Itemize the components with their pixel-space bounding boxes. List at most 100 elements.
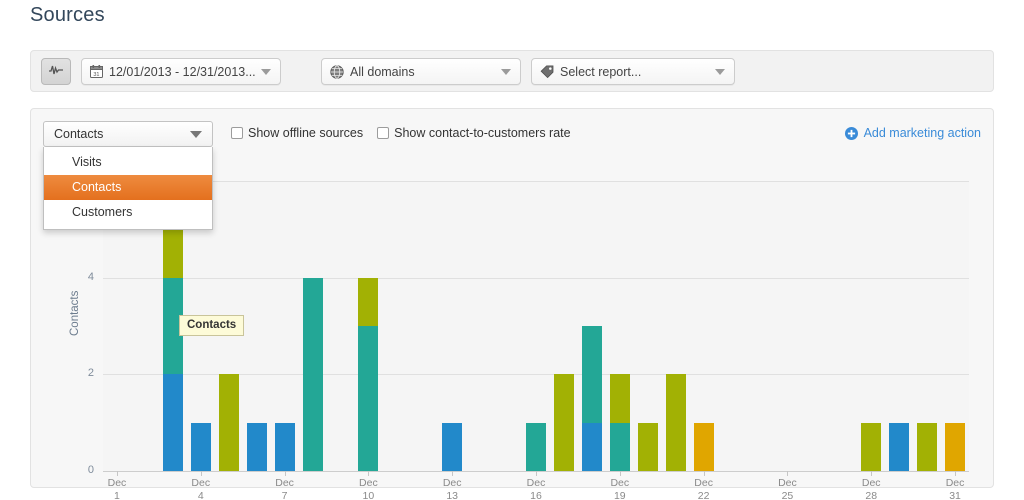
bar-dec-28[interactable] — [861, 422, 882, 471]
y-axis-tick-label: 0 — [87, 464, 94, 476]
bar-dec-18[interactable] — [581, 326, 602, 471]
metric-option-customers[interactable]: Customers — [44, 200, 212, 225]
x-axis-tick-label: Dec 1 — [87, 477, 147, 500]
show-offline-sources-checkbox[interactable]: Show offline sources — [231, 126, 363, 140]
activity-sparkline-icon — [48, 63, 64, 81]
bar-segment-teal — [358, 326, 379, 471]
x-axis-tick-label: Dec 25 — [757, 477, 817, 500]
bar-segment-olive — [917, 422, 938, 471]
metric-dropdown-menu[interactable]: Visits Contacts Customers — [43, 147, 213, 230]
x-axis-tick-month: Dec — [107, 477, 127, 489]
x-axis-tick — [116, 471, 118, 476]
x-axis-tick-month: Dec — [275, 477, 294, 489]
x-axis-tick-month: Dec — [191, 477, 211, 489]
bar-segment-olive — [665, 374, 686, 471]
metric-option-visits[interactable]: Visits — [44, 150, 212, 175]
bar-segment-blue — [246, 422, 267, 471]
x-axis-tick — [871, 471, 873, 476]
bar-dec-5[interactable] — [218, 374, 239, 471]
y-axis-tick-label: 2 — [87, 367, 94, 380]
bar-segment-olive — [218, 374, 239, 471]
show-contact-to-customers-rate-checkbox[interactable]: Show contact-to-customers rate — [377, 126, 571, 140]
x-axis-tick — [955, 471, 957, 476]
bar-dec-4[interactable] — [190, 422, 211, 471]
y-axis-label: Contacts — [69, 290, 81, 336]
bar-dec-22[interactable] — [693, 422, 714, 471]
calendar-icon: 31 — [90, 65, 103, 78]
bar-dec-8[interactable] — [302, 277, 323, 471]
add-marketing-action-button[interactable]: Add marketing action — [844, 126, 981, 140]
x-axis-tick — [284, 471, 286, 476]
plus-circle-icon — [844, 126, 858, 140]
x-axis-tick-day: 28 — [865, 490, 878, 500]
x-axis-tick-label: Dec 19 — [590, 477, 650, 500]
bar-dec-29[interactable] — [889, 422, 910, 471]
metric-option-contacts[interactable]: Contacts — [44, 175, 212, 200]
bar-segment-olive — [609, 374, 630, 423]
x-axis-tick-label: Dec 28 — [841, 477, 901, 500]
metric-select[interactable]: Contacts — [43, 121, 213, 147]
bar-dec-10[interactable] — [358, 277, 379, 471]
domain-selector[interactable]: All domains — [321, 58, 521, 85]
x-axis-tick-day: 10 — [362, 490, 375, 500]
bar-segment-blue — [274, 422, 295, 471]
x-axis-tick-day: 4 — [197, 490, 204, 500]
x-axis-tick-day: 22 — [697, 490, 710, 500]
bar-segment-blue — [162, 374, 183, 471]
x-axis-tick-label: Dec 10 — [338, 477, 398, 500]
x-axis-tick-day: 7 — [281, 490, 288, 500]
bar-segment-blue — [190, 422, 211, 471]
x-axis-tick-label: Dec 16 — [506, 477, 566, 500]
bar-segment-teal — [609, 422, 630, 471]
bar-dec-6[interactable] — [246, 422, 267, 471]
sources-page: Sources 31 12/01/2013 - 12/31/2013... Al… — [0, 0, 1024, 500]
x-axis-tick — [200, 471, 202, 476]
x-axis-tick — [536, 471, 537, 476]
metric-select-value: Contacts — [54, 127, 104, 141]
bar-dec-7[interactable] — [274, 422, 295, 471]
bar-segment-olive — [637, 422, 658, 471]
x-axis-tick-day: 13 — [446, 490, 459, 500]
x-axis-tick-month: Dec — [694, 477, 713, 489]
chevron-down-icon — [715, 68, 725, 75]
date-range-value: 12/01/2013 - 12/31/2013... — [109, 64, 255, 79]
x-axis-tick-day: 25 — [781, 490, 794, 500]
bar-segment-teal — [581, 326, 602, 423]
x-axis-tick-label: Dec 22 — [674, 477, 734, 500]
bar-dec-13[interactable] — [442, 422, 463, 471]
bar-dec-16[interactable] — [526, 422, 546, 471]
bar-segment-olive — [358, 277, 379, 327]
metric-tooltip: Contacts — [179, 315, 245, 336]
y-axis-tick-label: 4 — [87, 270, 94, 283]
bar-segment-blue — [581, 422, 602, 471]
x-axis-tick — [703, 471, 705, 476]
x-axis-tick-day: 1 — [114, 490, 120, 500]
gridline — [103, 277, 969, 279]
bar-segment-olive — [553, 374, 574, 471]
checkbox-label: Show offline sources — [248, 126, 364, 140]
domain-value: All domains — [350, 64, 415, 79]
chart-type-toggle-button[interactable] — [41, 58, 71, 85]
bar-segment-blue — [889, 422, 910, 471]
x-axis-tick-month: Dec — [526, 477, 546, 489]
bar-dec-17[interactable] — [553, 374, 574, 471]
x-axis-tick-month: Dec — [778, 477, 797, 489]
x-axis-tick-day: 31 — [949, 490, 961, 500]
checkbox-box[interactable] — [377, 127, 390, 139]
bar-segment-teal — [302, 277, 323, 471]
x-axis-tick — [619, 471, 621, 476]
bar-segment-amber — [945, 422, 966, 471]
bar-segment-teal — [526, 422, 546, 471]
bar-dec-19[interactable] — [609, 374, 630, 471]
filter-bar: 31 12/01/2013 - 12/31/2013... All domain… — [30, 50, 994, 92]
bar-dec-31[interactable] — [945, 422, 966, 471]
x-axis-tick-month: Dec — [442, 477, 462, 489]
x-axis-tick-label: Dec 7 — [255, 477, 315, 500]
checkbox-box[interactable] — [231, 127, 243, 139]
date-range-selector[interactable]: 31 12/01/2013 - 12/31/2013... — [81, 58, 281, 85]
checkbox-group: Show offline sources Show contact-to-cus… — [231, 126, 585, 140]
bar-dec-30[interactable] — [917, 422, 938, 471]
report-selector[interactable]: Select report... — [531, 58, 735, 85]
bar-dec-21[interactable] — [665, 374, 686, 471]
bar-dec-20[interactable] — [637, 422, 658, 471]
